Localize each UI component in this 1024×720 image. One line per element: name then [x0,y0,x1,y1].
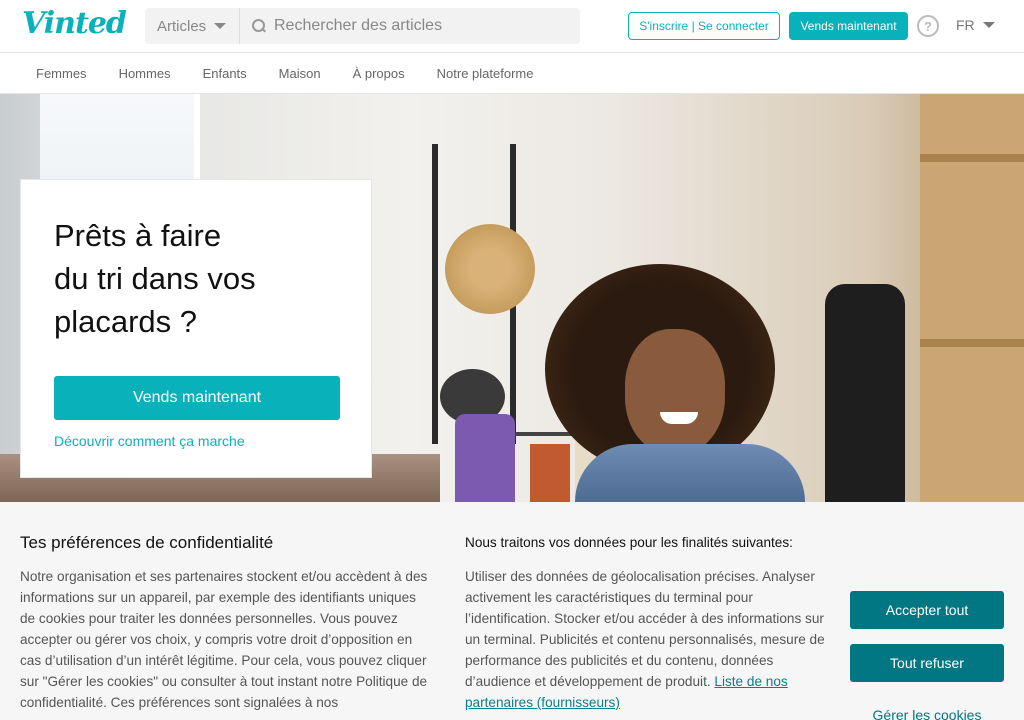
chevron-down-icon [982,22,995,28]
nav-item-femmes[interactable]: Femmes [20,66,103,81]
cookie-consent-banner: Tes préférences de confidentialité Notre… [0,502,1024,720]
language-select[interactable]: FR [956,17,995,33]
nav-item-hommes[interactable]: Hommes [103,66,187,81]
search-bar: Articles [145,8,580,44]
cookie-purposes-text: Utiliser des données de géolocalisation … [465,569,825,689]
hero-banner: Prêts à faire du tri dans vos placards ?… [0,94,1024,502]
hero-title-line: Prêts à faire [54,218,222,253]
cookie-purposes: Utiliser des données de géolocalisation … [465,566,835,713]
chevron-down-icon [214,23,227,29]
hero-photo-person-smile [660,412,698,424]
cookie-title: Tes préférences de confidentialité [20,533,274,552]
signup-login-button[interactable]: S'inscrire | Se connecter [628,12,780,40]
top-header: Vinted Articles S'inscrire | Se connecte… [0,0,1024,53]
manage-cookies-link[interactable]: Gérer les cookies [850,705,1004,720]
vinted-logo[interactable]: Vinted [22,6,127,41]
refuse-all-button[interactable]: Tout refuser [850,644,1004,682]
search-icon [252,19,266,33]
cookie-purposes-title: Nous traitons vos données pour les final… [465,535,793,550]
search-input-area [240,8,580,44]
nav-item-maison[interactable]: Maison [263,66,337,81]
hero-photo-coat [825,284,905,502]
hero-photo-hat [445,224,535,314]
nav-item-a-propos[interactable]: À propos [337,66,421,81]
sell-now-button[interactable]: Vends maintenant [789,12,908,40]
help-icon[interactable]: ? [917,15,939,37]
language-label: FR [956,17,975,33]
how-it-works-link[interactable]: Découvrir comment ça marche [54,433,338,449]
nav-item-enfants[interactable]: Enfants [187,66,263,81]
cookie-description: Notre organisation et ses partenaires st… [20,569,428,710]
category-nav: Femmes Hommes Enfants Maison À propos No… [0,53,1024,94]
hero-photo-clothes [530,444,570,502]
hero-title-line: placards ? [54,304,198,339]
hero-photo-person-jacket [575,444,805,502]
hero-card: Prêts à faire du tri dans vos placards ?… [20,179,372,478]
accept-all-button[interactable]: Accepter tout [850,591,1004,629]
hero-photo-shelf-plank [920,154,1024,162]
search-category-select[interactable]: Articles [145,8,240,44]
hero-photo-clothes [455,414,515,502]
hero-sell-now-button[interactable]: Vends maintenant [54,376,340,420]
nav-item-notre-plateforme[interactable]: Notre plateforme [421,66,550,81]
hero-photo-person-face [625,329,725,454]
search-category-label: Articles [157,17,207,35]
search-input[interactable] [274,17,574,35]
hero-photo-pole [432,144,438,444]
hero-title-line: du tri dans vos [54,261,256,296]
hero-title: Prêts à faire du tri dans vos placards ? [54,214,338,343]
hero-photo-shelf-plank [920,339,1024,347]
